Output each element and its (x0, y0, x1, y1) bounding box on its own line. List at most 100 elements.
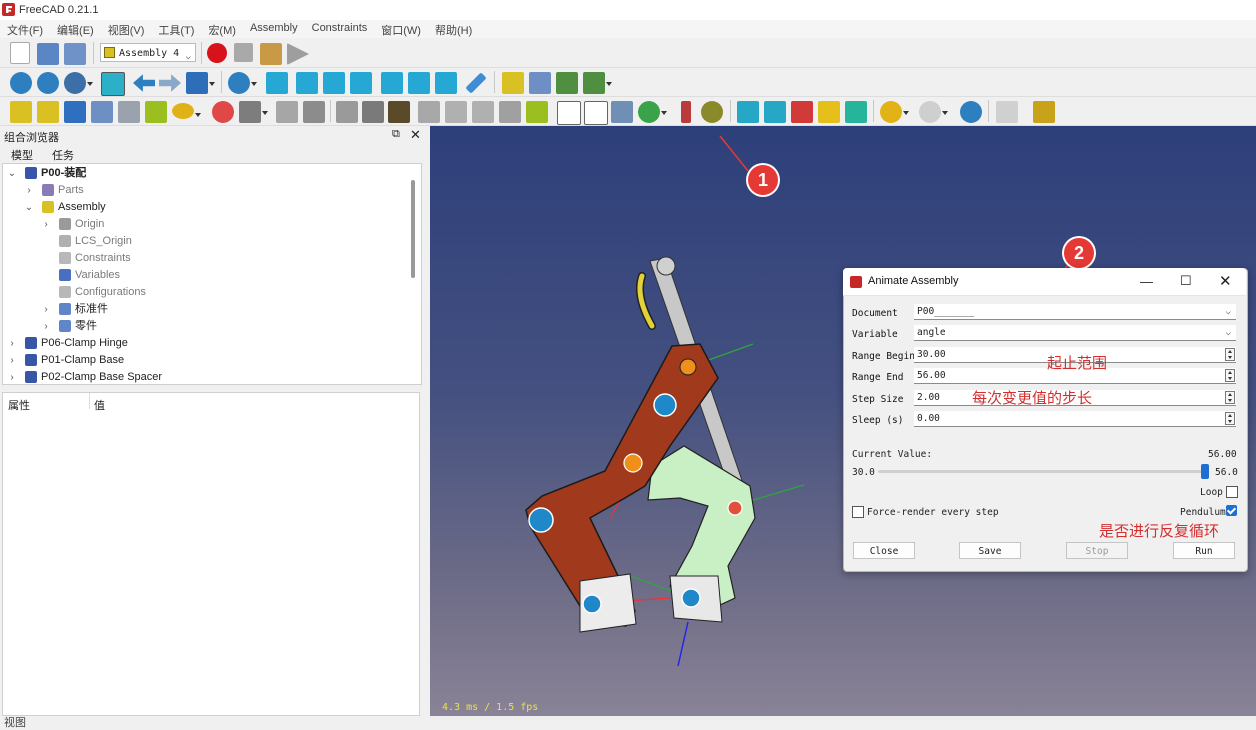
view-left-icon[interactable] (435, 72, 457, 94)
chevron-right-icon[interactable]: › (7, 369, 17, 384)
menu-help[interactable]: 帮助(H) (428, 20, 479, 38)
bom-icon[interactable] (584, 101, 608, 125)
column-divider[interactable] (89, 393, 90, 409)
display-icon-4[interactable] (818, 101, 840, 123)
close-button[interactable]: Close (853, 542, 915, 559)
display-icon-2[interactable] (764, 101, 786, 123)
variable-select[interactable]: angle ⌵ (914, 325, 1236, 341)
stop-macro-icon[interactable] (234, 43, 253, 62)
animate-assembly-icon[interactable] (701, 101, 723, 123)
release-icon[interactable] (362, 101, 384, 123)
chevron-right-icon[interactable]: › (41, 301, 51, 318)
new-body-icon[interactable] (64, 101, 86, 123)
assembly-selector[interactable]: Assembly 4 ⌵ (100, 43, 196, 62)
view-rear-icon[interactable] (381, 72, 403, 94)
view-bottom-icon[interactable] (408, 72, 430, 94)
create-part-icon[interactable] (502, 72, 524, 94)
fit-selection-icon[interactable] (37, 72, 59, 94)
menu-file[interactable]: 文件(F) (0, 20, 50, 38)
minimize-icon[interactable]: — (1140, 274, 1153, 289)
insert-fastener-icon[interactable] (145, 101, 167, 123)
create-group-icon[interactable] (529, 72, 551, 94)
tab-model[interactable]: 模型 (11, 147, 33, 163)
float-panel-icon[interactable]: ⧉ (392, 128, 400, 141)
close-icon[interactable]: ✕ (1219, 272, 1232, 290)
new-lcs-icon[interactable] (212, 101, 234, 123)
view-top-icon[interactable] (323, 72, 345, 94)
menu-macro[interactable]: 宏(M) (201, 20, 243, 38)
datum-plane-icon[interactable] (276, 101, 298, 123)
sleep-input[interactable]: 0.00 (914, 411, 1236, 427)
expression-array-icon[interactable] (499, 101, 521, 123)
display-icon-5[interactable] (845, 101, 867, 123)
add-variable-icon[interactable] (638, 101, 667, 123)
tab-tasks[interactable]: 任务 (52, 147, 74, 163)
new-part-icon[interactable] (37, 101, 59, 123)
view-isometric-icon[interactable] (266, 72, 288, 94)
loop-checkbox[interactable] (1226, 486, 1238, 498)
arrow-right-icon[interactable] (159, 74, 181, 92)
variables-icon[interactable] (681, 101, 691, 123)
undo-icon[interactable] (880, 101, 909, 123)
datum-axis-icon[interactable] (239, 101, 268, 123)
spinner-icon[interactable] (1225, 391, 1235, 404)
measure-icon[interactable] (465, 72, 487, 94)
place-link-icon[interactable] (336, 101, 358, 123)
redo-icon[interactable] (919, 101, 948, 123)
zoom-icon[interactable] (228, 72, 257, 94)
force-render-checkbox[interactable] (852, 506, 864, 518)
display-icon-3[interactable] (791, 101, 813, 123)
menu-view[interactable]: 视图(V) (101, 20, 152, 38)
datum-cylinder-icon[interactable] (303, 101, 325, 123)
draw-style-icon[interactable] (64, 72, 93, 94)
chevron-down-icon[interactable]: ⌄ (7, 165, 17, 182)
pendulum-checkbox[interactable] (1226, 505, 1237, 516)
mirror-icon[interactable] (418, 101, 440, 123)
link-actions-icon[interactable] (583, 72, 612, 94)
whats-this-icon[interactable] (996, 101, 1018, 123)
view-front-icon[interactable] (296, 72, 318, 94)
explode-icon[interactable] (388, 101, 410, 123)
refresh-icon[interactable] (960, 101, 982, 123)
check-interference-icon[interactable] (611, 101, 633, 123)
record-macro-icon[interactable] (207, 43, 227, 63)
menu-assembly[interactable]: Assembly (243, 20, 305, 38)
circular-array-icon[interactable] (472, 101, 494, 123)
display-icon-1[interactable] (737, 101, 759, 123)
chevron-right-icon[interactable]: › (24, 182, 34, 199)
fit-all-icon[interactable] (10, 72, 32, 94)
insert-link-icon[interactable] (118, 101, 140, 123)
chevron-right-icon[interactable]: › (41, 216, 51, 233)
spinner-icon[interactable] (1225, 369, 1235, 382)
menu-window[interactable]: 窗口(W) (374, 20, 428, 38)
sync-view-icon[interactable] (186, 72, 215, 94)
link-make-icon[interactable] (556, 72, 578, 94)
document-select[interactable]: P00_______ ⌵ (914, 304, 1236, 320)
bounding-box-icon[interactable] (101, 72, 125, 96)
close-panel-icon[interactable]: ✕ (410, 127, 421, 143)
arrow-left-icon[interactable] (133, 74, 155, 92)
menu-tools[interactable]: 工具(T) (151, 20, 201, 38)
run-macro-icon[interactable] (287, 43, 309, 65)
chevron-right-icon[interactable]: › (7, 352, 17, 369)
parts-list-icon[interactable] (557, 101, 581, 125)
linear-array-icon[interactable] (445, 101, 467, 123)
maximize-icon[interactable]: ☐ (1180, 273, 1192, 289)
edit-macro-icon[interactable] (260, 43, 282, 65)
new-group-icon[interactable] (91, 101, 113, 123)
save-button[interactable]: Save (959, 542, 1021, 559)
view-right-icon[interactable] (350, 72, 372, 94)
tree-scrollbar[interactable] (411, 180, 415, 278)
solver-icon[interactable] (526, 101, 548, 123)
open-folder-icon[interactable] (37, 43, 59, 65)
spinner-icon[interactable] (1225, 412, 1235, 425)
run-button[interactable]: Run (1173, 542, 1235, 559)
chevron-right-icon[interactable]: › (7, 335, 17, 352)
new-assembly-icon[interactable] (10, 101, 32, 123)
menu-edit[interactable]: 编辑(E) (50, 20, 101, 38)
value-slider[interactable] (878, 470, 1208, 473)
chevron-down-icon[interactable]: ⌄ (24, 199, 34, 216)
tab-view[interactable]: 视图 (4, 714, 26, 730)
new-document-icon[interactable] (10, 42, 30, 64)
spinner-icon[interactable] (1225, 348, 1235, 361)
